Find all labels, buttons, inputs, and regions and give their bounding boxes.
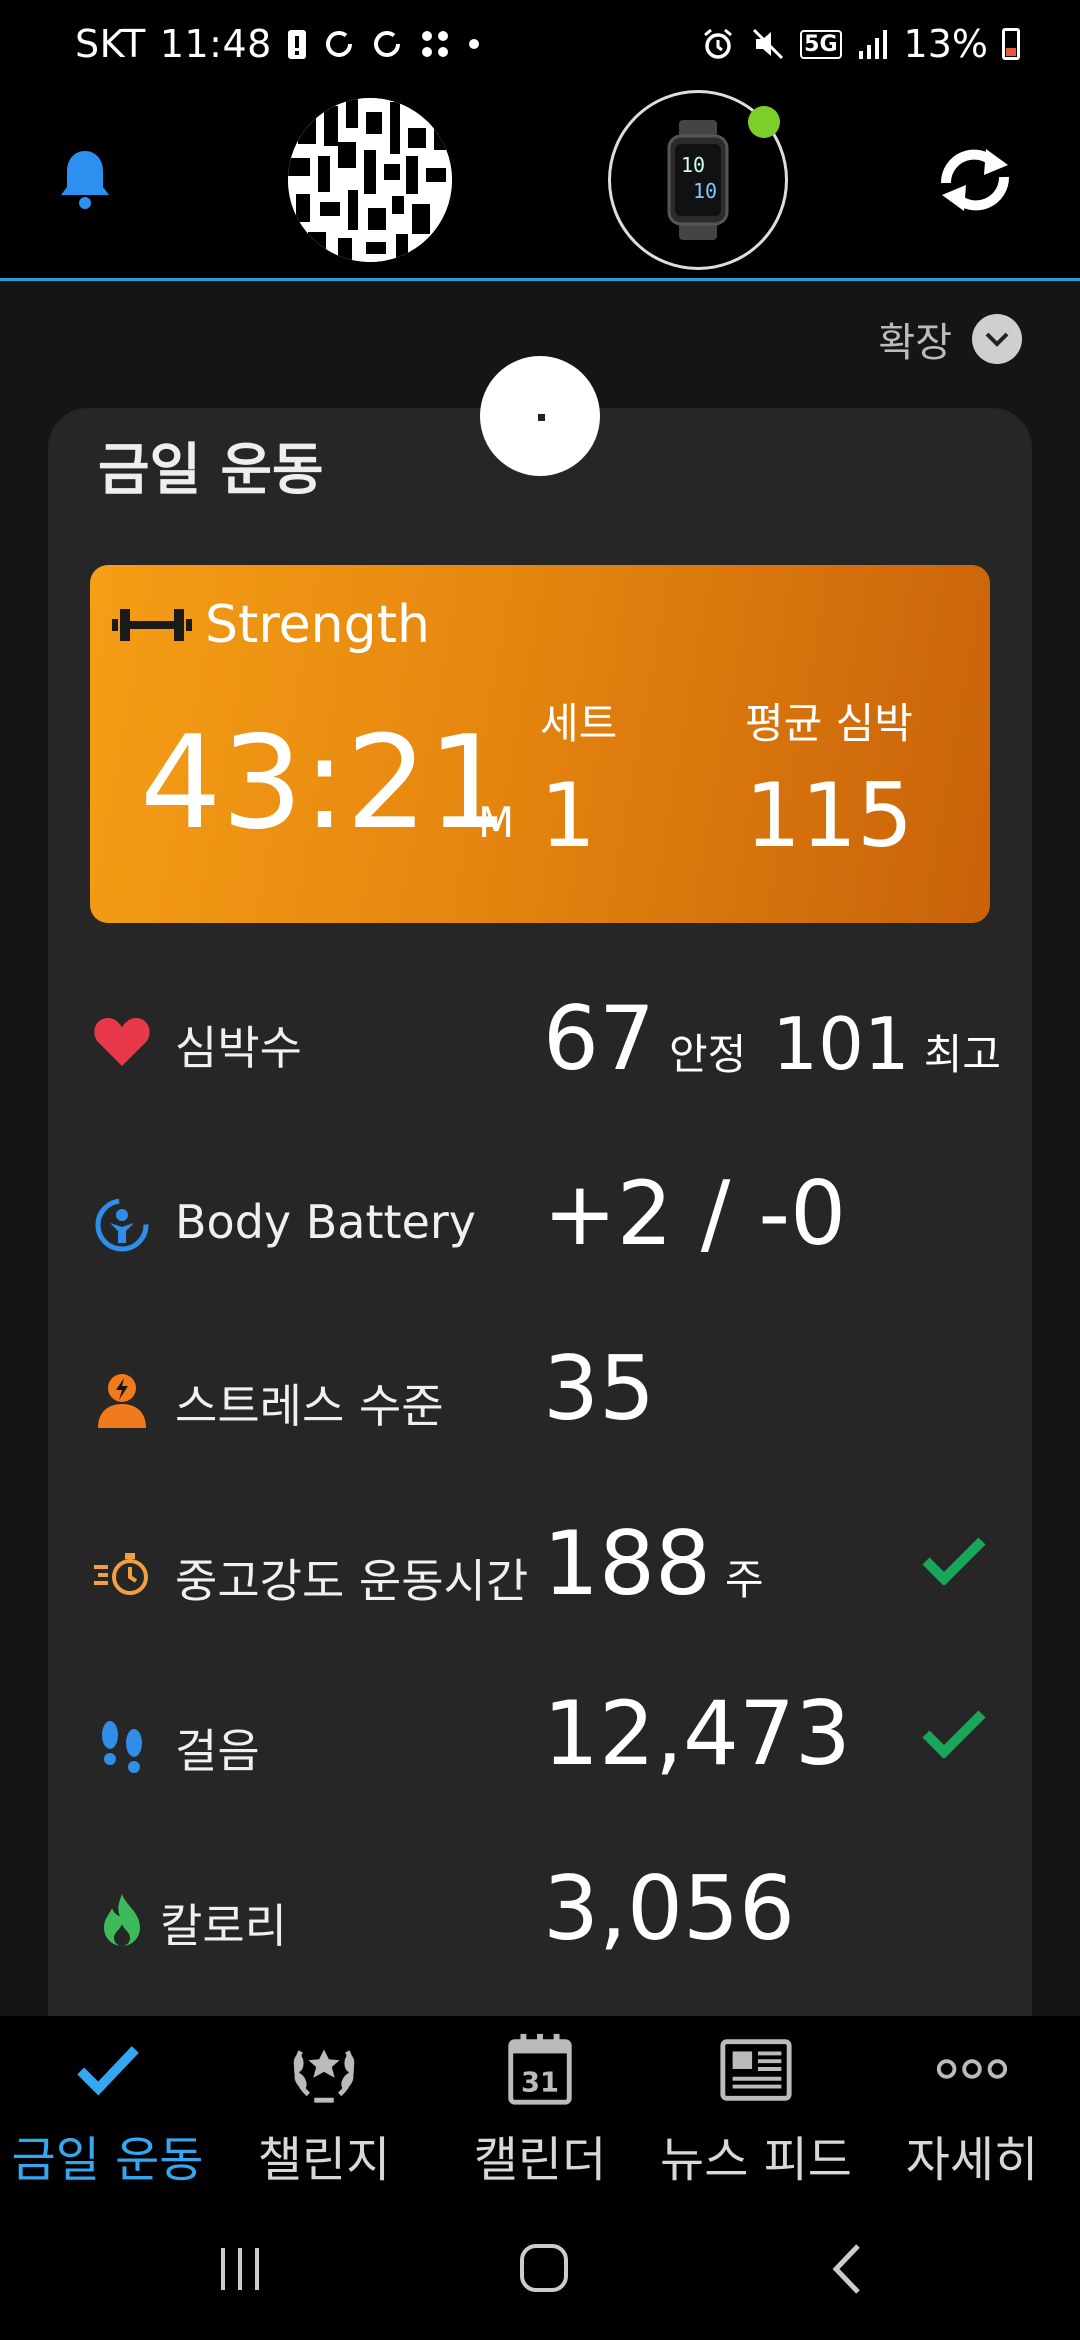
status-bar-left: SKT 11:48 (75, 22, 482, 66)
tab-today[interactable]: 금일 운동 (0, 2030, 215, 2190)
avg-hr-label: 평균 심박 (745, 699, 913, 748)
svg-text:10: 10 (693, 179, 717, 203)
watch-icon: 10 10 (667, 120, 729, 240)
max-hr-label: 최고 (923, 1030, 1001, 1079)
profile-avatar[interactable] (288, 98, 452, 262)
activity-duration-unit: M (478, 798, 515, 847)
steps-label: 걸음 (175, 1724, 260, 1778)
stress-label: 스트레스 수준 (175, 1379, 444, 1433)
mute-icon (753, 28, 784, 60)
battery-percent: 13% (903, 22, 988, 66)
tab-news-feed[interactable]: 뉴스 피드 (648, 2030, 864, 2190)
sets-label: 세트 (540, 699, 618, 748)
tab-calendar[interactable]: 31 캘린더 (432, 2030, 648, 2190)
laurel-icon (293, 2049, 355, 2103)
heart-rate-label: 심박수 (175, 1021, 302, 1075)
recent-apps-icon[interactable] (215, 2244, 265, 2294)
tab-today-label: 금일 운동 (11, 2132, 204, 2188)
heart-icon (94, 1018, 150, 1066)
expand-toggle[interactable]: 확장 (878, 310, 1022, 368)
resting-hr-value: 67 (543, 987, 655, 1090)
tab-news-feed-label: 뉴스 피드 (660, 2132, 852, 2188)
calendar-icon: 31 (508, 2033, 572, 2105)
alarm-icon (704, 28, 733, 59)
activity-name: Strength (205, 595, 430, 655)
calories-label: 칼로리 (160, 1899, 287, 1953)
home-icon[interactable] (516, 2240, 572, 2296)
newspaper-icon (720, 2039, 792, 2101)
goal-check-icon (922, 1537, 986, 1585)
body-battery-icon (95, 1198, 149, 1252)
intensity-values: 188 주 (543, 1520, 790, 1608)
max-hr-value: 101 (772, 1002, 910, 1086)
card-title: 금일 운동 (98, 438, 324, 503)
tab-challenges[interactable]: 챌린지 (216, 2030, 432, 2190)
activity-duration: 43:21 (140, 709, 509, 858)
tab-challenges-label: 챌린지 (257, 2132, 391, 2188)
body-battery-label: Body Battery (175, 1195, 476, 1249)
dumbbell-icon (112, 609, 192, 641)
sets-value: 1 (540, 764, 596, 867)
sync-circle-icon (373, 31, 400, 57)
body-battery-value: +2 / -0 (543, 1162, 847, 1265)
battery-alert-icon (287, 30, 306, 59)
chevron-down-icon (972, 314, 1022, 364)
avg-hr-value: 115 (745, 764, 913, 867)
expand-label: 확장 (878, 320, 952, 366)
status-bar-right: 5G 13% (700, 22, 1020, 66)
goal-check-icon (922, 1710, 986, 1758)
status-bar: SKT 11:48 5G 13% (0, 0, 1080, 90)
sync-icon[interactable] (930, 145, 1020, 215)
tab-calendar-label: 캘린더 (473, 2132, 607, 2188)
heart-rate-values: 67 안정 101 최고 (543, 995, 1027, 1083)
flame-icon (104, 1894, 140, 1946)
stress-icon (98, 1374, 146, 1428)
avatar-image (288, 98, 452, 262)
system-navigation-bar (0, 2196, 1080, 2340)
app-header (0, 90, 1080, 280)
floating-dot-button[interactable] (480, 356, 600, 476)
signal-icon (858, 30, 887, 59)
steps-value: 12,473 (543, 1682, 851, 1785)
tab-more-label: 자세히 (905, 2132, 1039, 2188)
carrier-label: SKT (75, 22, 146, 66)
more-icon (936, 2059, 1008, 2079)
intensity-value: 188 (543, 1512, 711, 1615)
network-type: 5G (800, 29, 842, 59)
intensity-label: 중고강도 운동시간 (175, 1554, 529, 1608)
notification-bell-icon[interactable] (55, 145, 115, 215)
apps-grid-icon (421, 31, 448, 57)
svg-text:10: 10 (681, 153, 705, 177)
tab-more[interactable]: 자세히 (864, 2030, 1080, 2190)
footsteps-icon (102, 1721, 142, 1773)
battery-icon (1002, 28, 1020, 60)
calendar-day: 31 (521, 2067, 559, 2098)
sync-circle-icon (325, 31, 352, 57)
calories-value: 3,056 (543, 1857, 795, 1960)
stopwatch-icon (94, 1553, 148, 1595)
resting-hr-label: 안정 (668, 1030, 747, 1079)
intensity-unit: 주 (724, 1555, 764, 1604)
check-icon (76, 2046, 139, 2096)
stress-value: 35 (543, 1337, 655, 1440)
dot-icon (468, 39, 479, 49)
device-connected-indicator (748, 106, 780, 138)
clock: 11:48 (159, 22, 272, 66)
back-icon[interactable] (826, 2242, 870, 2296)
